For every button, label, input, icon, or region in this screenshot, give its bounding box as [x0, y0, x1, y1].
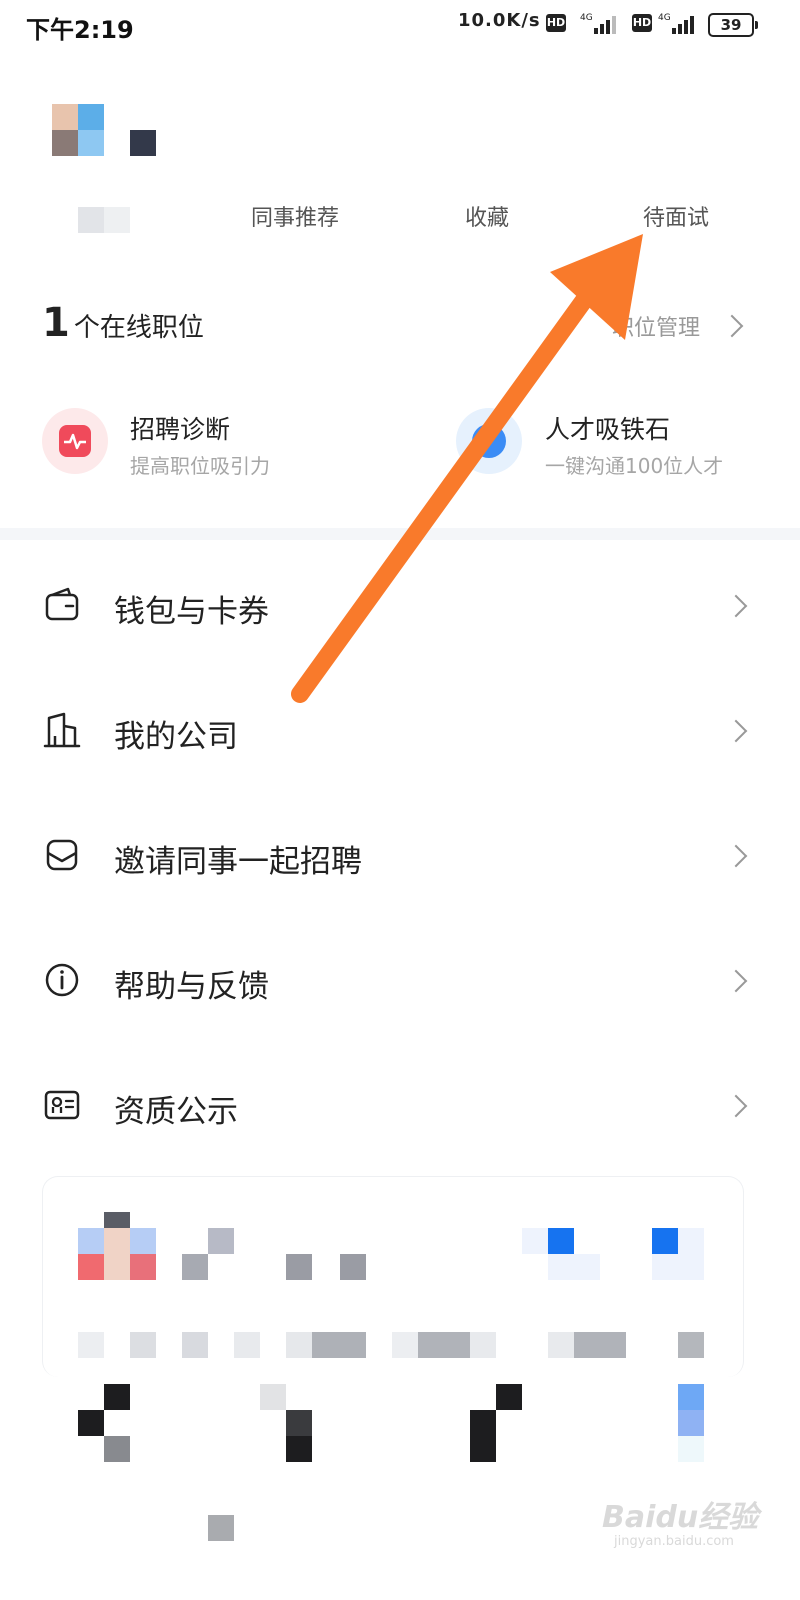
watermark-url: jingyan.baidu.com: [614, 1534, 734, 1549]
watermark-brand: Baidu经验: [602, 1500, 759, 1535]
annotation-arrow-icon: [291, 234, 643, 703]
watermark-logo: Baidu经验 jingyan.baidu.com: [602, 1488, 792, 1558]
